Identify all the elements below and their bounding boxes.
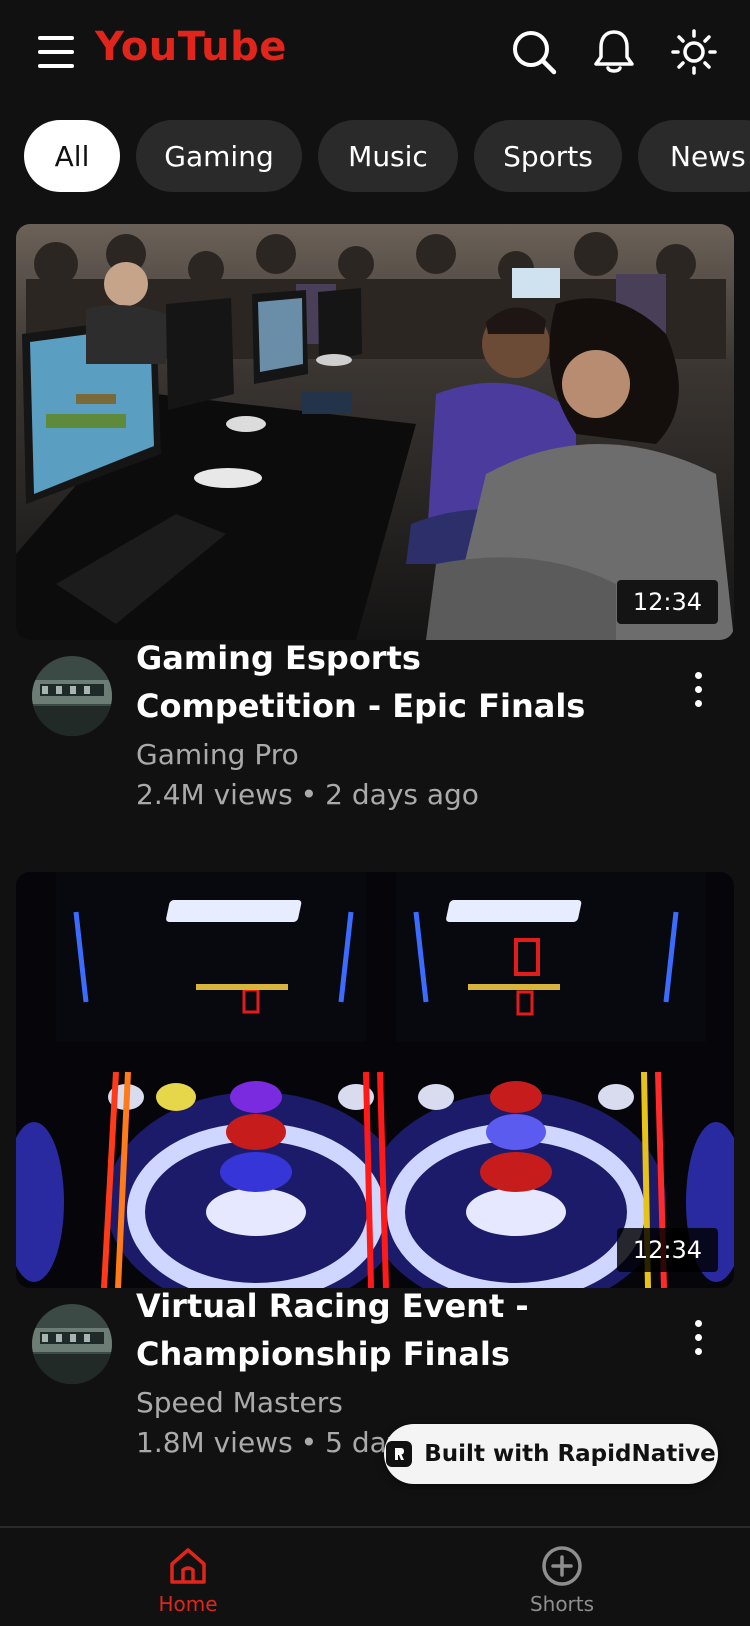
channel-avatar[interactable] (32, 1304, 112, 1384)
video-thumbnail-esports[interactable]: 12:34 (16, 224, 734, 640)
search-icon[interactable] (508, 26, 560, 78)
rapidnative-logo-icon (386, 1441, 413, 1467)
chip-news[interactable]: News (638, 120, 750, 192)
nav-shorts[interactable]: Shorts (462, 1528, 662, 1626)
category-chips: All Gaming Music Sports News (0, 120, 750, 192)
bell-icon[interactable] (588, 26, 640, 78)
nav-home-label: Home (158, 1592, 218, 1616)
video-duration: 12:34 (616, 1228, 718, 1272)
chip-sports[interactable]: Sports (474, 120, 622, 192)
chip-all[interactable]: All (24, 120, 120, 192)
video-duration: 12:34 (616, 580, 718, 624)
video-title[interactable]: Gaming Esports Competition - Epic Finals (136, 634, 636, 730)
bottom-navigation: Home Shorts (0, 1526, 750, 1626)
more-vertical-icon[interactable] (680, 668, 716, 718)
view-count: 1.8M views (136, 1426, 293, 1459)
plus-circle-icon (542, 1546, 582, 1586)
menu-icon[interactable] (36, 34, 76, 70)
built-with-badge[interactable]: Built with RapidNative (384, 1424, 718, 1484)
video-title[interactable]: Virtual Racing Event - Championship Fina… (136, 1282, 636, 1378)
chip-gaming[interactable]: Gaming (136, 120, 302, 192)
upload-age: 2 days ago (325, 778, 479, 811)
badge-label: Built with RapidNative (424, 1441, 716, 1467)
chip-music[interactable]: Music (318, 120, 458, 192)
channel-name[interactable]: Speed Masters (136, 1386, 343, 1419)
nav-home[interactable]: Home (88, 1528, 288, 1626)
meta-separator: • (300, 778, 318, 811)
channel-avatar[interactable] (32, 656, 112, 736)
app-logo[interactable]: YouTube (95, 24, 287, 70)
more-vertical-icon[interactable] (680, 1316, 716, 1366)
top-app-bar: YouTube (0, 0, 750, 104)
sun-icon[interactable] (668, 26, 720, 78)
view-count: 2.4M views (136, 778, 293, 811)
meta-separator: • (300, 1426, 318, 1459)
home-icon (170, 1548, 206, 1584)
video-meta: 2.4M views • 2 days ago (136, 778, 479, 811)
nav-shorts-label: Shorts (529, 1592, 595, 1616)
channel-name[interactable]: Gaming Pro (136, 738, 299, 771)
video-thumbnail-iceball[interactable]: 12:34 (16, 872, 734, 1288)
